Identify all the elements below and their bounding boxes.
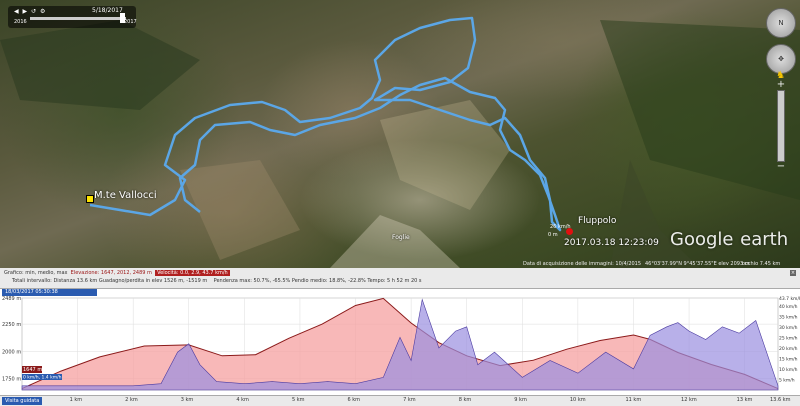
y-right-tick-label: 15 km/h xyxy=(779,356,798,362)
x-tick-label: 7 km xyxy=(403,397,416,403)
y-left-tick-label: 2000 m xyxy=(2,349,21,355)
y-right-tick-label: 25 km/h xyxy=(779,335,798,341)
compass-icon[interactable]: N xyxy=(766,8,796,38)
timeline-track[interactable] xyxy=(30,17,126,20)
speed-stats[interactable]: Velocità: 0.0, 2.9, 43.7 km/h xyxy=(155,270,230,276)
street-view-pegman-icon[interactable]: ♞ xyxy=(776,70,785,81)
x-tick-label: 13 km xyxy=(736,397,753,403)
historical-imagery-slider[interactable]: ◀ ▶ ↺ ⚙ 5/18/2017 2016 2017 xyxy=(8,6,137,28)
logo-brand: Google xyxy=(670,229,734,250)
close-profile-button[interactable]: × xyxy=(790,270,796,276)
cursor-speed-readout: 0 km/h, 1.4 km/h xyxy=(23,375,62,381)
summit-label[interactable]: M.te Vallocci xyxy=(94,190,157,201)
y-right-tick-label: 10 km/h xyxy=(779,367,798,373)
range-totals: Totali intervallo: Distanza 13.6 km Guad… xyxy=(12,278,208,284)
x-tick-label: 3 km xyxy=(180,397,194,403)
zoom-slider[interactable] xyxy=(777,90,785,162)
y-left-tick-label: 1750 m xyxy=(2,377,21,383)
track-datetime-label: 2017.03.18 12:23:09 xyxy=(564,238,659,248)
x-tick-label: 8 km xyxy=(458,397,472,403)
elevation-chart[interactable]: 2489 m 2250 m 2000 m 1750 m 43.7 km/h 40 km/h… xyxy=(0,286,800,395)
logo-product: earth xyxy=(740,229,789,250)
timeline-controls[interactable]: ◀ ▶ ↺ ⚙ xyxy=(14,8,46,15)
guided-tour-button[interactable]: Visita guidata xyxy=(2,397,43,405)
x-tick-label: 4 km xyxy=(236,397,249,403)
zoom-in-button[interactable]: + xyxy=(766,80,796,90)
navigation-controls[interactable]: N ✥ + − xyxy=(766,8,796,172)
y-right-tick-label: 40 km/h xyxy=(779,304,798,310)
elevation-stats[interactable]: Elevazione: 1647, 2012, 2489 m xyxy=(71,270,152,276)
elev-small-label: 0 m xyxy=(548,232,558,238)
speed-label: 26 km/h xyxy=(550,224,571,230)
timeline-date: 5/18/2017 xyxy=(92,7,123,14)
x-tick-label: 10 km xyxy=(569,397,586,403)
town-label[interactable]: Fluppolo xyxy=(578,216,616,226)
y-left-tick-label: 2250 m xyxy=(2,322,21,328)
timeline-start-year: 2016 xyxy=(14,19,27,25)
cursor-coordinates: 46°03'37.99"N 9°45'37.55"E elev 2093 m xyxy=(645,261,750,267)
x-tick-label: 13.6 km xyxy=(770,397,791,403)
y-right-tick-label: 5 km/h xyxy=(779,377,795,383)
y-right-tick-label: 30 km/h xyxy=(779,325,798,331)
y-right-tick-label: 43.7 km/h xyxy=(779,296,800,302)
graph-summary-label: Grafico: min, medio, max xyxy=(4,270,68,276)
x-tick-label: 1 km xyxy=(69,397,83,403)
elevation-profile-panel[interactable]: Grafico: min, medio, max Elevazione: 164… xyxy=(0,268,800,406)
status-bar: Data di acquisizione delle immagini: 10/… xyxy=(0,260,800,268)
x-tick-label: 11 km xyxy=(625,397,642,403)
x-tick-label: 12 km xyxy=(681,397,697,403)
eye-altitude: occhio 7.45 km xyxy=(742,261,781,267)
map-view[interactable]: ◀ ▶ ↺ ⚙ 5/18/2017 2016 2017 N ✥ + − ♞ M.… xyxy=(0,0,800,268)
summit-pin-icon[interactable] xyxy=(86,195,94,203)
x-tick-label: 5 km xyxy=(291,397,305,403)
y-right-tick-label: 20 km/h xyxy=(779,346,798,352)
slope-stats: Pendenza max: 50.7%, -65.5% Pendio medio… xyxy=(213,278,422,284)
x-tick-label: 9 km xyxy=(514,397,527,403)
profile-date: 18/03/2017 05:30:38 xyxy=(2,289,97,296)
x-tick-label: 2 km xyxy=(125,397,138,403)
timeline-end-year: 2017 xyxy=(124,19,137,25)
y-right-tick-label: 35 km/h xyxy=(779,314,798,320)
cursor-readout: 1647 m xyxy=(23,367,42,373)
place-label[interactable]: Foglie xyxy=(392,234,410,241)
zoom-out-button[interactable]: − xyxy=(766,162,796,172)
imagery-date: Data di acquisizione delle immagini: 10/… xyxy=(523,261,642,267)
y-left-tick-label: 2489 m xyxy=(2,296,21,302)
x-tick-label: 6 km xyxy=(347,397,361,403)
google-earth-logo: Google earth xyxy=(670,226,788,250)
profile-footer: Visita guidata 1 km 2 km 3 km 4 km 5 km 6 km 7… xyxy=(0,395,800,406)
